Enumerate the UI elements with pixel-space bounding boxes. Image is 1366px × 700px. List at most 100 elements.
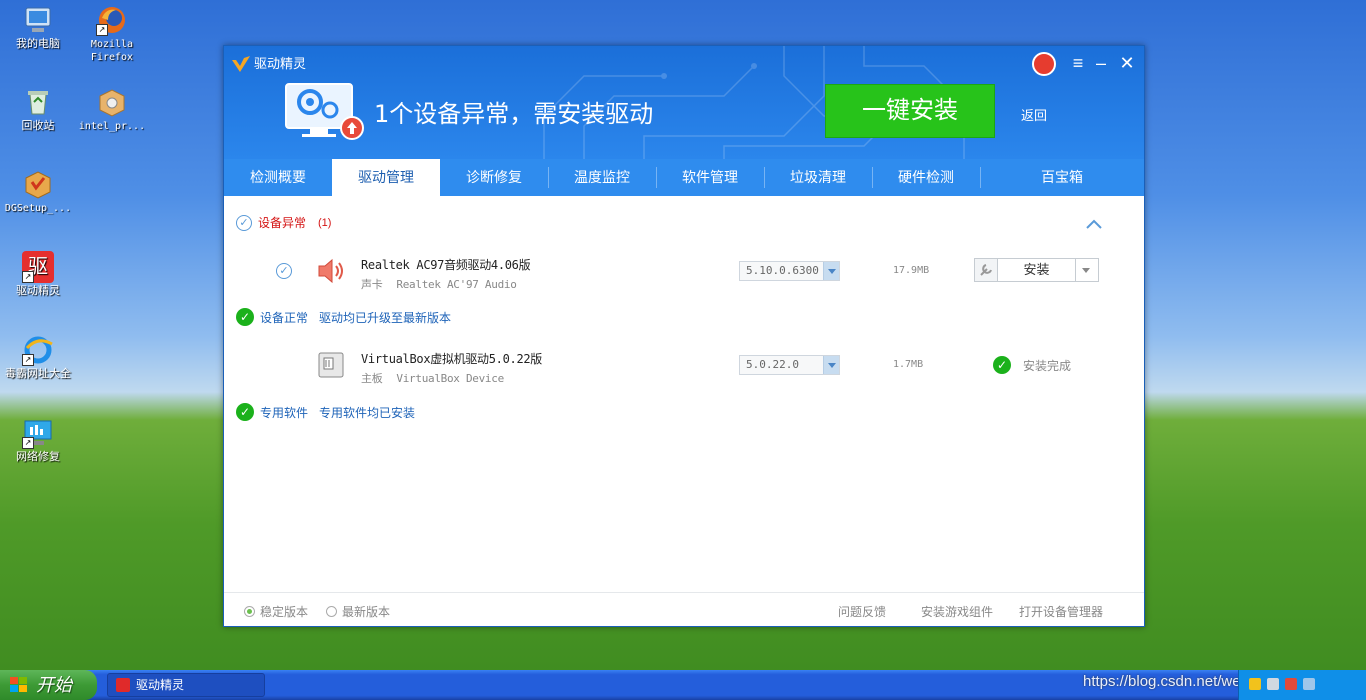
section-note: 专用软件均已安装	[319, 405, 416, 420]
section-title: 专用软件	[260, 405, 309, 420]
desktop-icon-duba[interactable]: ↗ 毒霸网址大全	[0, 334, 76, 381]
install-options-dropdown[interactable]	[1075, 259, 1098, 281]
open-device-manager-link[interactable]: 打开设备管理器	[1019, 603, 1103, 620]
tab-diagnose-repair[interactable]: 诊断修复	[440, 159, 548, 196]
check-green-icon: ✓	[236, 308, 254, 326]
desktop-icon-recycle-bin[interactable]: 回收站	[0, 86, 76, 133]
install-status: ✓ 安装完成	[993, 356, 1071, 374]
security-icon[interactable]	[1285, 678, 1297, 690]
network-repair-icon: ↗	[22, 417, 54, 449]
windows-flag-icon	[10, 677, 27, 692]
menu-icon[interactable]: ≡	[1067, 52, 1089, 74]
desktop-icon-label: 我的电脑	[16, 38, 60, 50]
desktop-icon-label: 驱动精灵	[16, 285, 60, 297]
shortcut-arrow-icon: ↗	[22, 437, 34, 449]
desktop-icon-intel[interactable]: intel_pr...	[74, 86, 150, 133]
network-icon[interactable]	[1303, 678, 1315, 690]
volume-icon[interactable]	[1267, 678, 1279, 690]
tab-driver-management[interactable]: 驱动管理	[332, 159, 440, 196]
window-header: 驱动精灵 ≡ – ✕ 1个设备异常，需安装驱动 一键安装 返回	[224, 46, 1144, 159]
version-value: 5.0.22.0	[746, 358, 799, 371]
section-software-header: ✓ 专用软件 专用软件均已安装	[236, 403, 415, 421]
system-tray	[1238, 670, 1366, 700]
motherboard-icon	[318, 352, 344, 378]
task-item-label: 驱动精灵	[136, 678, 185, 692]
section-abnormal-header[interactable]: ✓ 设备异常 (1)	[236, 214, 331, 231]
desktop-icon-label: 毒霸网址大全	[5, 368, 71, 380]
desktop-icon-label: Mozilla Firefox	[90, 39, 134, 63]
shortcut-arrow-icon: ↗	[22, 271, 34, 283]
radio-unselected-icon[interactable]	[326, 606, 337, 617]
install-action-group: 安装	[974, 258, 1099, 282]
minimize-icon[interactable]: –	[1090, 52, 1112, 74]
radio-selected-icon[interactable]	[244, 606, 255, 617]
check-circle-icon[interactable]: ✓	[236, 214, 252, 231]
computer-icon	[22, 4, 54, 36]
device-row: VirtualBox虚拟机驱动5.0.22版 主板 VirtualBox Devi…	[224, 344, 1144, 388]
tab-toolbox[interactable]: 百宝箱	[980, 159, 1144, 196]
driver-size: 17.9MB	[893, 265, 930, 276]
back-link[interactable]: 返回	[1021, 105, 1047, 124]
close-icon[interactable]: ✕	[1116, 52, 1138, 74]
collapse-chevron-icon[interactable]	[1086, 218, 1102, 230]
shortcut-arrow-icon: ↗	[22, 354, 34, 366]
window-title: 驱动精灵	[254, 56, 307, 71]
radio-stable-version[interactable]: 稳定版本	[244, 603, 308, 620]
mascot-icon[interactable]	[1032, 52, 1056, 76]
device-name: VirtualBox虚拟机驱动5.0.22版	[361, 352, 542, 366]
app-logo-icon	[232, 56, 250, 72]
device-details: 声卡 Realtek AC'97 Audio	[361, 276, 531, 292]
section-title: 设备异常	[258, 216, 307, 230]
desktop-icon-my-computer[interactable]: 我的电脑	[0, 4, 76, 51]
desktop-icon-label: DGSetup_...	[4, 203, 72, 214]
device-name: Realtek AC97音频驱动4.06版	[361, 258, 531, 272]
desktop-icon-firefox[interactable]: ↗ Mozilla Firefox	[74, 4, 150, 64]
desktop-icon-driver-genius[interactable]: 驱 ↗ 驱动精灵	[0, 251, 76, 298]
device-model: VirtualBox Device	[396, 372, 504, 385]
device-model: Realtek AC'97 Audio	[396, 278, 517, 291]
desktop-icon-label: intel_pr...	[78, 121, 146, 132]
main-tabs: 检测概要 驱动管理 诊断修复 温度监控 软件管理 垃圾清理 硬件检测 百宝箱	[224, 159, 1144, 196]
version-select[interactable]: 5.10.0.6300	[739, 261, 840, 281]
desktop-icon-label: 回收站	[21, 120, 55, 132]
check-green-icon: ✓	[993, 356, 1011, 374]
dropdown-arrow-icon[interactable]	[823, 356, 839, 374]
section-note: 驱动均已升级至最新版本	[319, 310, 452, 325]
one-click-install-button[interactable]: 一键安装	[825, 84, 995, 138]
status-headline: 1个设备异常，需安装驱动	[374, 100, 654, 128]
speaker-icon	[318, 258, 343, 284]
tab-hardware[interactable]: 硬件检测	[872, 159, 980, 196]
desktop-icon-network-repair[interactable]: ↗ 网络修复	[0, 417, 76, 464]
device-category: 主板	[361, 372, 383, 385]
radio-latest-version[interactable]: 最新版本	[326, 603, 390, 620]
ie-browser-icon: ↗	[22, 334, 54, 366]
driver-genius-icon: 驱 ↗	[22, 251, 54, 283]
install-game-components-link[interactable]: 安装游戏组件	[921, 603, 993, 620]
start-button[interactable]: 开始	[0, 670, 97, 700]
tab-overview[interactable]: 检测概要	[224, 159, 332, 196]
desktop-icon-dgsetup[interactable]: DGSetup_...	[0, 168, 76, 215]
check-green-icon: ✓	[236, 403, 254, 421]
driver-list: ✓ 设备异常 (1) ✓ Realtek AC97音频驱动4.06版 声卡 Rea…	[224, 196, 1144, 592]
select-checkbox[interactable]: ✓	[276, 263, 292, 279]
tab-software[interactable]: 软件管理	[656, 159, 764, 196]
wrench-icon[interactable]	[975, 259, 998, 281]
radio-label: 稳定版本	[260, 605, 309, 619]
firefox-icon: ↗	[96, 4, 128, 36]
recycle-bin-icon	[22, 86, 54, 118]
feedback-link[interactable]: 问题反馈	[838, 603, 886, 620]
shortcut-arrow-icon: ↗	[96, 24, 108, 36]
abnormal-count: (1)	[318, 216, 332, 229]
desktop-icon-label: 网络修复	[16, 451, 60, 463]
dropdown-arrow-icon[interactable]	[823, 262, 839, 280]
device-details: 主板 VirtualBox Device	[361, 370, 518, 386]
version-select[interactable]: 5.0.22.0	[739, 355, 840, 375]
taskbar-item-driver-genius[interactable]: 驱动精灵	[107, 673, 265, 697]
install-button[interactable]: 安装	[998, 259, 1075, 281]
tab-cleanup[interactable]: 垃圾清理	[764, 159, 872, 196]
settings-monitor-icon	[285, 83, 364, 140]
shield-icon[interactable]	[1249, 678, 1261, 690]
radio-label: 最新版本	[342, 605, 391, 619]
tab-temperature[interactable]: 温度监控	[548, 159, 656, 196]
driver-genius-icon	[116, 678, 130, 692]
